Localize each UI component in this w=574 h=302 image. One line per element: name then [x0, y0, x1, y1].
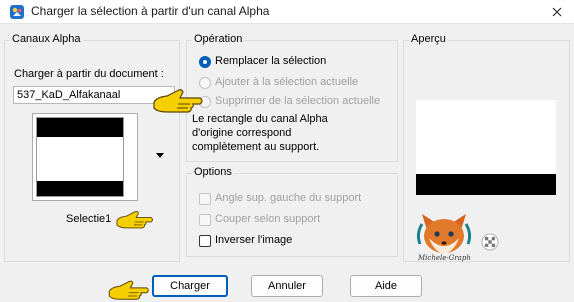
invert-image-label[interactable]: Inverser l'image — [215, 234, 292, 246]
preview-black-band — [416, 174, 556, 195]
replace-selection-radio[interactable] — [199, 56, 211, 68]
transparency-toggle-icon[interactable] — [481, 233, 499, 251]
fox-watermark-logo: Michele-Graph — [416, 214, 472, 262]
thumbnail-bottom-band — [37, 181, 123, 196]
options-title: Options — [192, 166, 234, 178]
channel-thumbnail — [36, 117, 124, 197]
operation-title: Opération — [192, 33, 245, 45]
pointing-hand-icon-document — [153, 89, 203, 113]
help-button[interactable]: Aide — [350, 275, 422, 297]
invert-image-checkbox[interactable] — [199, 235, 211, 247]
cancel-button[interactable]: Annuler — [251, 275, 323, 297]
close-button[interactable] — [544, 1, 570, 23]
crop-to-canvas-checkbox[interactable] — [199, 214, 211, 226]
operation-info-line-2: d'origine correspond — [192, 127, 292, 139]
title-bar: Charger la sélection à partir d'un canal… — [0, 0, 574, 24]
preview-title: Aperçu — [409, 33, 448, 45]
add-selection-label[interactable]: Ajouter à la sélection actuelle — [215, 76, 358, 88]
top-left-corner-checkbox[interactable] — [199, 193, 211, 205]
subtract-selection-label[interactable]: Supprimer de la sélection actuelle — [215, 95, 380, 107]
channel-dropdown[interactable] — [32, 113, 164, 201]
alpha-channels-title: Canaux Alpha — [10, 33, 83, 45]
operation-info-line-1: Le rectangle du canal Alpha — [192, 113, 328, 125]
operation-info-line-3: complètement au support. — [192, 141, 320, 153]
pointing-hand-icon-channel — [116, 210, 153, 229]
load-from-document-label: Charger à partir du document : — [14, 68, 164, 80]
pointing-hand-icon-load — [108, 280, 149, 300]
watermark-text: Michele-Graph — [417, 254, 471, 262]
channel-name-label: Selectie1 — [66, 213, 112, 225]
close-icon — [552, 7, 562, 17]
load-button[interactable]: Charger — [152, 275, 228, 297]
window-title: Charger la sélection à partir d'un canal… — [31, 4, 270, 18]
crop-to-canvas-label[interactable]: Couper selon support — [215, 213, 320, 225]
chevron-down-icon[interactable] — [156, 153, 164, 158]
replace-selection-label[interactable]: Remplacer la sélection — [215, 55, 326, 67]
thumbnail-top-band — [37, 118, 123, 137]
preview-image — [416, 100, 556, 195]
top-left-corner-label[interactable]: Angle sup. gauche du support — [215, 192, 361, 204]
paintshop-app-icon — [10, 5, 24, 19]
